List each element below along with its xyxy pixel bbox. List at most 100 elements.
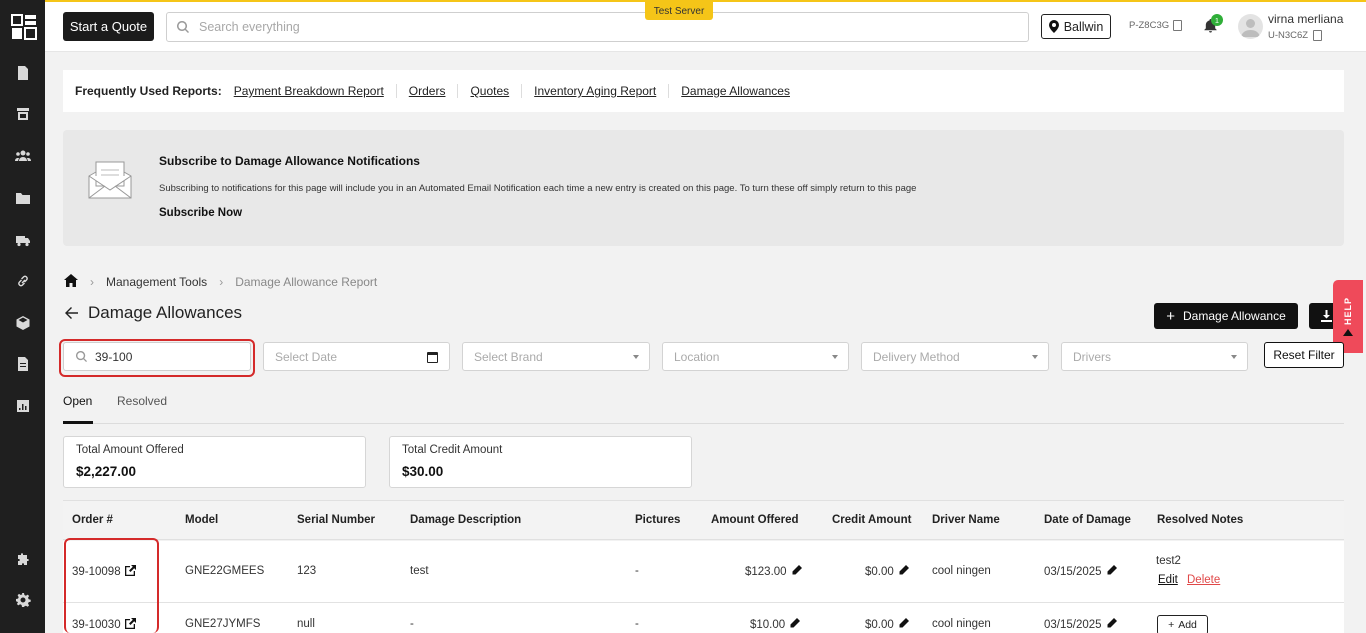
subscribe-description: Subscribing to notifications for this pa… xyxy=(159,183,917,194)
start-quote-button[interactable]: Start a Quote xyxy=(63,12,154,41)
folder-icon[interactable] xyxy=(14,189,32,207)
map-pin-icon xyxy=(1048,20,1059,33)
plus-icon: + xyxy=(1168,619,1175,631)
total-offered-value: $2,227.00 xyxy=(76,464,137,479)
search-icon xyxy=(177,21,189,33)
settings-icon[interactable] xyxy=(14,591,32,609)
drivers-select[interactable]: Drivers xyxy=(1061,342,1248,371)
location-placeholder: Location xyxy=(674,349,720,364)
table-header: Order # Model Serial Number Damage Descr… xyxy=(63,500,1344,540)
copy-icon[interactable] xyxy=(1313,30,1323,41)
chevron-down-icon xyxy=(1032,355,1038,359)
edit-pencil-icon[interactable] xyxy=(899,618,909,631)
add-note-label: Add xyxy=(1178,619,1197,631)
column-header[interactable]: Resolved Notes xyxy=(1157,514,1243,526)
tab-open[interactable]: Open xyxy=(63,394,92,408)
date-value: 03/15/2025 xyxy=(1044,565,1102,578)
calendar-icon[interactable] xyxy=(427,352,438,363)
plus-icon: + xyxy=(1166,307,1176,325)
column-header[interactable]: Order # xyxy=(72,514,113,526)
column-header[interactable]: Damage Description xyxy=(410,514,521,526)
amount-offered-cell: $10.00 xyxy=(750,618,801,631)
credit-amount-value: $0.00 xyxy=(865,618,894,631)
brand-select[interactable]: Select Brand xyxy=(462,342,650,371)
edit-pencil-icon[interactable] xyxy=(790,618,801,631)
edit-pencil-icon[interactable] xyxy=(1107,618,1117,631)
credit-amount-cell: $0.00 xyxy=(865,618,909,631)
column-header[interactable]: Date of Damage xyxy=(1044,514,1131,526)
notification-count-badge: 1 xyxy=(1211,14,1223,26)
date-cell: 03/15/2025 xyxy=(1044,565,1117,578)
app-logo-icon[interactable] xyxy=(11,14,37,40)
puzzle-icon[interactable] xyxy=(14,551,32,569)
total-offered-card: Total Amount Offered $2,227.00 xyxy=(63,436,366,488)
date-value: 03/15/2025 xyxy=(1044,618,1102,631)
home-icon[interactable] xyxy=(64,274,78,290)
edit-link[interactable]: Edit xyxy=(1158,574,1178,586)
page-title: Damage Allowances xyxy=(64,303,242,323)
drivers-placeholder: Drivers xyxy=(1073,349,1111,364)
back-arrow-icon[interactable] xyxy=(64,306,78,320)
test-server-badge: Test Server xyxy=(645,2,713,20)
document-icon[interactable] xyxy=(14,355,32,373)
location-select[interactable]: Location xyxy=(662,342,849,371)
customers-icon[interactable] xyxy=(14,147,32,165)
add-damage-allowance-button[interactable]: + Damage Allowance xyxy=(1154,303,1298,329)
highlight-box-search xyxy=(59,339,255,377)
credit-amount-value: $0.00 xyxy=(865,565,894,578)
report-link-damage-allowances[interactable]: Damage Allowances xyxy=(668,84,802,98)
highlight-box-orders xyxy=(64,538,159,633)
report-link-inventory-aging[interactable]: Inventory Aging Report xyxy=(521,84,668,98)
store-icon[interactable] xyxy=(14,105,32,123)
truck-icon[interactable] xyxy=(14,231,32,249)
delete-link[interactable]: Delete xyxy=(1187,574,1220,586)
user-code: U-N3C6Z xyxy=(1268,30,1323,41)
driver-cell: cool ningen xyxy=(932,618,991,630)
edit-pencil-icon[interactable] xyxy=(899,565,909,578)
add-damage-allowance-label: Damage Allowance xyxy=(1183,309,1286,323)
envelope-icon xyxy=(88,161,132,199)
status-tabs: Open Resolved xyxy=(63,390,1344,424)
reports-icon[interactable] xyxy=(14,397,32,415)
serial-cell: 123 xyxy=(297,565,317,577)
avatar[interactable] xyxy=(1238,14,1263,39)
delivery-placeholder: Delivery Method xyxy=(873,349,960,364)
table-row: 39-10030 GNE27JYMFS null - - $10.00 $0.0… xyxy=(63,603,1344,633)
edit-pencil-icon[interactable] xyxy=(792,565,802,578)
user-name: virna merliana xyxy=(1268,12,1344,26)
column-header[interactable]: Model xyxy=(185,514,218,526)
table-row: 39-10098 GNE22GMEES 123 test - $123.00 $… xyxy=(63,541,1344,603)
breadcrumb-management-tools[interactable]: Management Tools xyxy=(106,275,207,289)
invoice-icon[interactable] xyxy=(14,64,32,82)
report-link-orders[interactable]: Orders xyxy=(395,84,458,98)
download-icon xyxy=(1321,310,1332,322)
edit-pencil-icon[interactable] xyxy=(1107,565,1117,578)
column-header[interactable]: Credit Amount xyxy=(832,514,911,526)
total-credit-value: $30.00 xyxy=(402,464,444,479)
help-label: HELP xyxy=(1343,296,1353,325)
chevron-down-icon xyxy=(832,355,838,359)
date-picker-input[interactable]: Select Date xyxy=(263,342,450,371)
package-icon[interactable] xyxy=(14,314,32,332)
p-code: P-Z8C3G xyxy=(1129,20,1183,31)
report-link-quotes[interactable]: Quotes xyxy=(457,84,521,98)
delivery-method-select[interactable]: Delivery Method xyxy=(861,342,1049,371)
subscribe-now-button[interactable]: Subscribe Now xyxy=(159,207,242,219)
global-search-input[interactable]: Search everything xyxy=(166,12,1029,42)
reset-filter-button[interactable]: Reset Filter xyxy=(1264,342,1344,368)
tab-resolved[interactable]: Resolved xyxy=(117,394,167,408)
amount-offered-value: $10.00 xyxy=(750,618,786,631)
column-header[interactable]: Driver Name xyxy=(932,514,1000,526)
column-header[interactable]: Pictures xyxy=(635,514,680,526)
column-header[interactable]: Serial Number xyxy=(297,514,375,526)
description-cell: - xyxy=(410,618,414,630)
report-link-payment-breakdown[interactable]: Payment Breakdown Report xyxy=(234,84,396,98)
amount-offered-value: $123.00 xyxy=(745,565,787,578)
location-button[interactable]: Ballwin xyxy=(1041,14,1111,39)
frequent-reports-bar: Frequently Used Reports: Payment Breakdo… xyxy=(63,70,1344,112)
copy-icon[interactable] xyxy=(1173,20,1183,31)
add-note-button[interactable]: + Add xyxy=(1157,615,1208,633)
column-header[interactable]: Amount Offered xyxy=(711,514,799,526)
link-icon[interactable] xyxy=(14,272,32,290)
pictures-cell: - xyxy=(635,565,639,577)
